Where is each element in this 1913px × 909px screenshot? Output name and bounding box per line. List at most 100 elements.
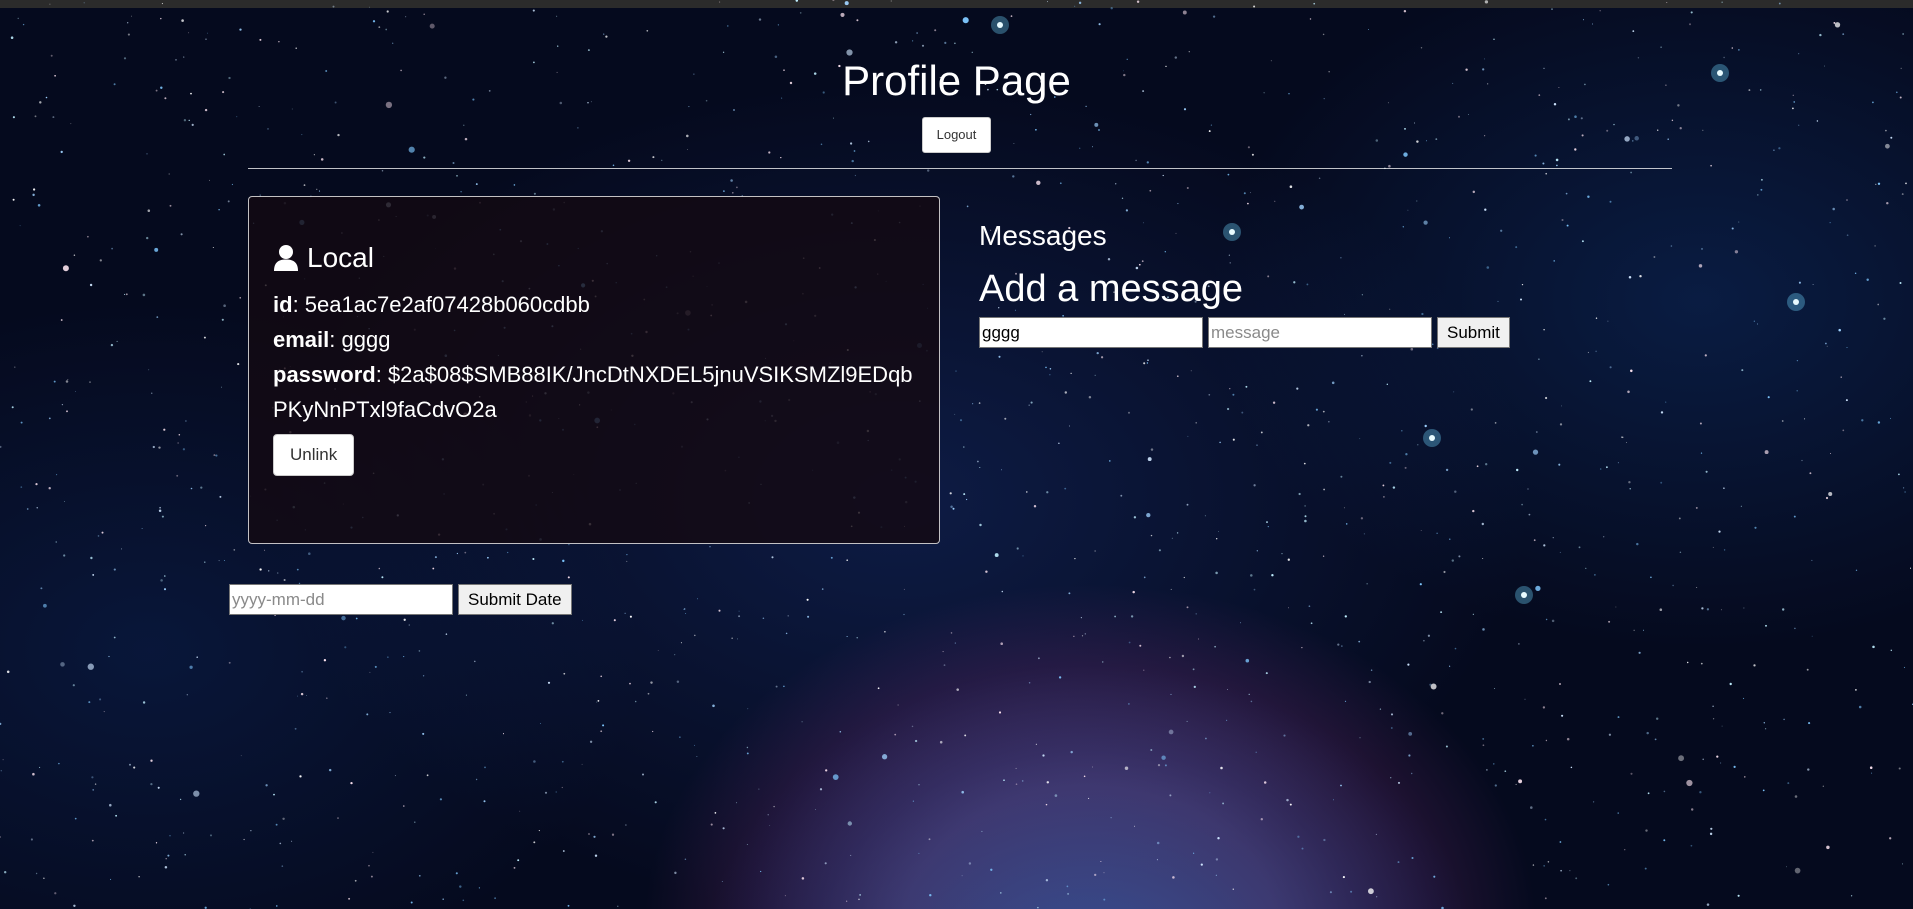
star [650, 681, 653, 684]
star [954, 413, 956, 415]
submit-date-button[interactable]: Submit Date [458, 584, 572, 615]
star [1266, 521, 1268, 524]
star [209, 179, 210, 181]
star [1382, 484, 1385, 487]
star [1544, 818, 1547, 821]
star [275, 823, 278, 826]
logout-button[interactable]: Logout [921, 117, 992, 153]
star [1701, 607, 1704, 610]
star [439, 798, 443, 801]
star [282, 817, 285, 821]
star [203, 336, 206, 339]
star [972, 403, 974, 405]
star [1403, 9, 1407, 13]
star [911, 725, 914, 728]
star [721, 881, 723, 882]
star [1157, 764, 1161, 767]
star [934, 29, 937, 32]
star [746, 746, 749, 749]
star [1633, 629, 1635, 631]
star [626, 560, 628, 562]
star [1902, 33, 1904, 35]
star [422, 732, 425, 735]
star [1186, 186, 1189, 190]
star [392, 42, 394, 44]
star [313, 154, 315, 156]
star [148, 369, 150, 371]
star [17, 17, 19, 20]
star [1644, 867, 1647, 870]
star [1558, 463, 1561, 466]
star [1222, 802, 1225, 805]
star [1901, 863, 1904, 865]
star [278, 41, 280, 43]
star [1245, 658, 1250, 663]
star [1686, 779, 1693, 787]
star [1253, 5, 1256, 8]
id-row: id: 5ea1ac7e2af07428b060cdbb [273, 292, 590, 317]
star [1545, 396, 1548, 400]
star [1407, 209, 1409, 211]
star [955, 370, 957, 372]
star [1628, 481, 1631, 484]
star [1551, 619, 1555, 623]
star [58, 762, 60, 765]
star [1255, 751, 1257, 754]
star [130, 15, 132, 17]
star [494, 897, 496, 900]
star [26, 508, 29, 510]
star [1699, 791, 1702, 794]
star [1195, 613, 1197, 615]
star [1659, 608, 1663, 611]
star [963, 493, 966, 496]
star [718, 609, 721, 612]
star [403, 618, 406, 621]
star [1587, 195, 1590, 198]
star [979, 466, 981, 469]
star [1690, 11, 1693, 14]
message-input[interactable] [1208, 317, 1432, 348]
star [1256, 550, 1258, 552]
star [1021, 780, 1024, 782]
star [350, 781, 353, 785]
star [1215, 571, 1218, 575]
message-name-input[interactable] [979, 317, 1203, 348]
star [1808, 722, 1811, 725]
unlink-button[interactable]: Unlink [273, 434, 355, 476]
star [422, 675, 425, 677]
star [1617, 716, 1620, 719]
date-input[interactable] [229, 584, 453, 615]
star [1361, 355, 1363, 357]
star [1486, 769, 1488, 771]
star [624, 612, 626, 614]
email-value: gggg [341, 327, 391, 352]
star [1397, 781, 1401, 784]
star [1260, 818, 1263, 821]
star [722, 827, 725, 830]
star [1187, 435, 1189, 437]
star [459, 885, 462, 888]
star [87, 235, 89, 238]
star [1128, 641, 1131, 644]
message-submit-button[interactable]: Submit [1437, 317, 1510, 348]
star [1368, 680, 1371, 684]
star [205, 525, 207, 527]
star [1260, 431, 1263, 434]
star [1209, 792, 1211, 794]
star [1170, 693, 1172, 695]
star [188, 32, 190, 34]
star [1470, 408, 1473, 411]
star [1630, 171, 1632, 174]
star [851, 159, 854, 163]
star [1218, 530, 1220, 532]
star [460, 190, 462, 193]
star [273, 793, 275, 796]
star [389, 712, 391, 714]
star [426, 774, 429, 777]
star [432, 567, 435, 570]
star [142, 293, 146, 297]
star [1621, 436, 1623, 438]
star [1340, 784, 1342, 787]
star [1215, 874, 1217, 876]
star [551, 622, 554, 625]
